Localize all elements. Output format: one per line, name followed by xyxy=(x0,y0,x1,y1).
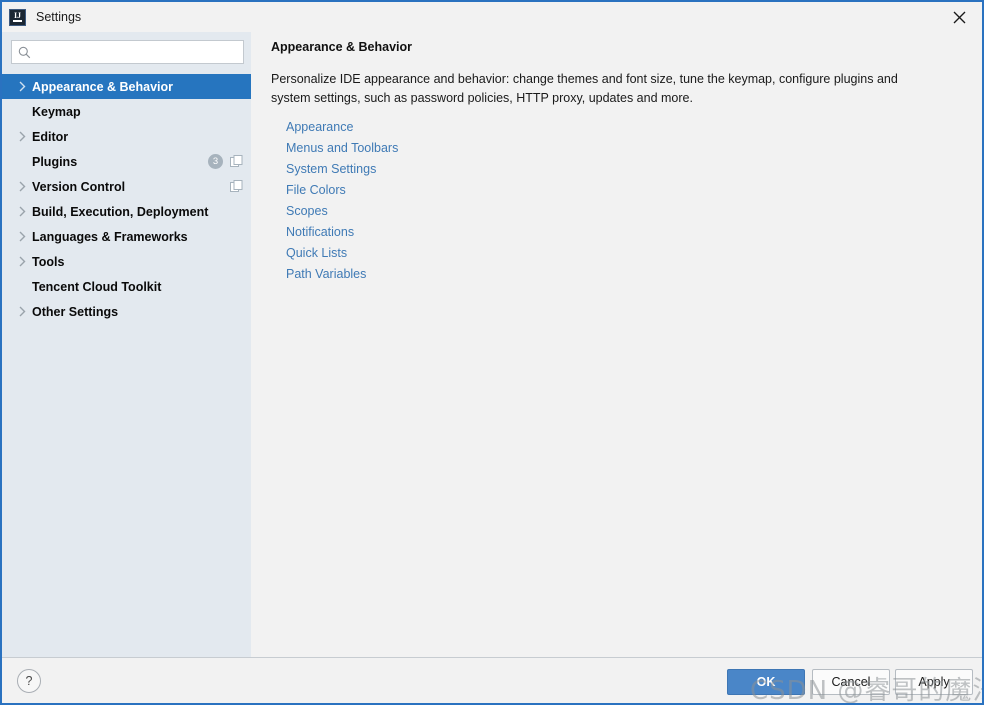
update-count-badge: 3 xyxy=(208,154,223,169)
sidebar-item-label: Tencent Cloud Toolkit xyxy=(32,279,162,294)
copy-settings-icon[interactable] xyxy=(230,180,243,193)
sidebar-item-keymap[interactable]: Keymap xyxy=(2,99,251,124)
sidebar-item-label: Other Settings xyxy=(32,304,119,319)
settings-link-file-colors[interactable]: File Colors xyxy=(286,180,398,201)
chevron-right-icon[interactable] xyxy=(16,124,29,149)
intellij-idea-logo-icon: IJ xyxy=(9,8,26,26)
sidebar-item-languages-frameworks[interactable]: Languages & Frameworks xyxy=(2,224,251,249)
settings-link-notifications[interactable]: Notifications xyxy=(286,222,398,243)
sidebar-item-other-settings[interactable]: Other Settings xyxy=(2,299,251,324)
settings-link-quick-lists[interactable]: Quick Lists xyxy=(286,243,398,264)
title-bar: IJ Settings xyxy=(2,2,982,32)
chevron-right-icon[interactable] xyxy=(16,174,29,199)
page-description: Personalize IDE appearance and behavior:… xyxy=(271,72,898,105)
chevron-right-icon[interactable] xyxy=(16,249,29,274)
sidebar-item-plugins[interactable]: Plugins 3 xyxy=(2,149,251,174)
settings-link-list: Appearance Menus and Toolbars System Setti… xyxy=(286,117,398,285)
chevron-right-icon[interactable] xyxy=(16,74,29,99)
sidebar-item-label: Tools xyxy=(32,254,65,269)
sidebar-item-version-control[interactable]: Version Control xyxy=(2,174,251,199)
settings-dialog: IJ Settings Appearance & Behavior Keymap E… xyxy=(0,0,984,705)
search-input[interactable] xyxy=(37,45,232,59)
settings-nav-list: Appearance & Behavior Keymap Editor Plugins… xyxy=(2,74,251,324)
copy-settings-icon[interactable] xyxy=(230,155,243,168)
chevron-right-icon[interactable] xyxy=(16,224,29,249)
close-icon[interactable] xyxy=(937,2,982,32)
settings-content-panel: Appearance & Behavior Personalize IDE ap… xyxy=(251,32,982,657)
apply-button[interactable]: Apply xyxy=(895,669,973,695)
settings-link-path-variables[interactable]: Path Variables xyxy=(286,264,398,285)
settings-link-system-settings[interactable]: System Settings xyxy=(286,159,398,180)
ok-button[interactable]: OK xyxy=(727,669,805,695)
settings-sidebar: Appearance & Behavior Keymap Editor Plugins… xyxy=(2,32,251,657)
sidebar-item-label: Plugins xyxy=(32,154,78,169)
sidebar-item-label: Appearance & Behavior xyxy=(32,79,174,94)
cancel-button[interactable]: Cancel xyxy=(812,669,890,695)
window-title: Settings xyxy=(36,10,82,24)
sidebar-item-tencent-cloud-toolkit[interactable]: Tencent Cloud Toolkit xyxy=(2,274,251,299)
sidebar-item-appearance-behavior[interactable]: Appearance & Behavior xyxy=(2,74,251,99)
sidebar-item-indicators: 3 xyxy=(208,149,243,174)
sidebar-item-label: Keymap xyxy=(32,104,81,119)
sidebar-item-build-execution-deployment[interactable]: Build, Execution, Deployment xyxy=(2,199,251,224)
sidebar-item-label: Languages & Frameworks xyxy=(32,229,188,244)
sidebar-item-label: Version Control xyxy=(32,179,126,194)
page-title: Appearance & Behavior xyxy=(271,40,413,54)
sidebar-item-label: Build, Execution, Deployment xyxy=(32,204,209,219)
search-box[interactable] xyxy=(11,40,244,64)
settings-link-scopes[interactable]: Scopes xyxy=(286,201,398,222)
chevron-right-icon[interactable] xyxy=(16,299,29,324)
sidebar-item-tools[interactable]: Tools xyxy=(2,249,251,274)
sidebar-item-indicators xyxy=(230,174,243,199)
sidebar-item-label: Editor xyxy=(32,129,69,144)
settings-link-appearance[interactable]: Appearance xyxy=(286,117,398,138)
chevron-right-icon[interactable] xyxy=(16,199,29,224)
sidebar-item-editor[interactable]: Editor xyxy=(2,124,251,149)
search-icon xyxy=(18,46,31,59)
help-button[interactable]: ? xyxy=(17,669,41,693)
settings-link-menus-and-toolbars[interactable]: Menus and Toolbars xyxy=(286,138,398,159)
